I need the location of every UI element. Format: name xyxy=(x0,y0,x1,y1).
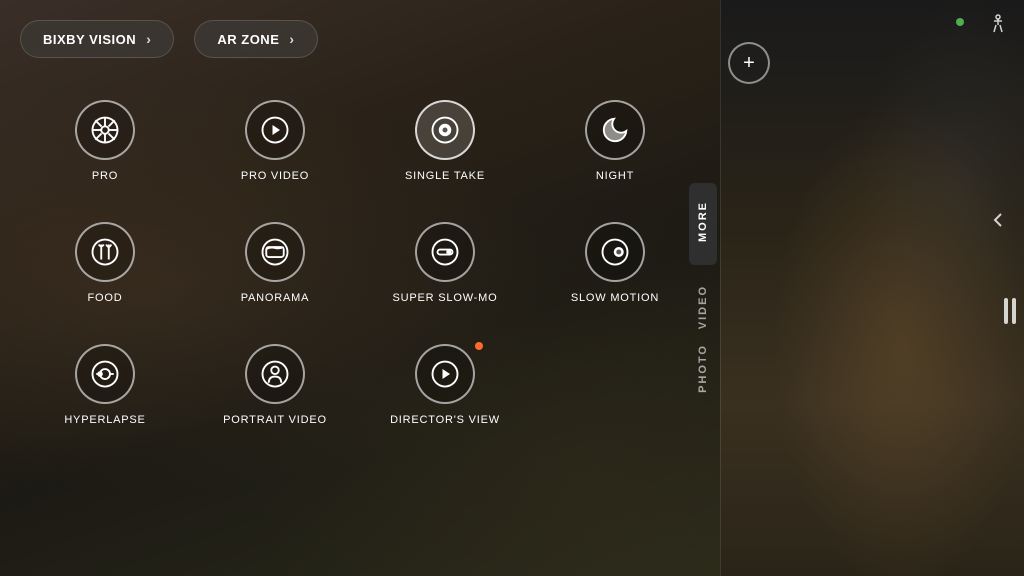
moon-icon xyxy=(600,115,630,145)
mode-slow-motion[interactable]: SLOW MOTION xyxy=(530,222,700,304)
mode-directors-view[interactable]: DIRECTOR'S VIEW xyxy=(360,344,530,426)
side-labels: MORE VIDEO PHOTO xyxy=(685,0,720,576)
pause-bar-left xyxy=(1004,298,1008,324)
pro-video-icon xyxy=(260,115,290,145)
hyperlapse-label: HYPERLAPSE xyxy=(64,414,145,426)
mode-food[interactable]: FOOD xyxy=(20,222,190,304)
more-label-wrap[interactable]: MORE xyxy=(689,183,717,265)
ar-zone-label: AR ZONE xyxy=(217,32,279,47)
pro-label: PRO xyxy=(92,170,118,182)
mode-single-take[interactable]: SINGLE TAKE xyxy=(360,100,530,182)
app-container: BIXBY VISION › AR ZONE › xyxy=(0,0,1024,576)
mode-panorama[interactable]: PANORAMA xyxy=(190,222,360,304)
mode-hyperlapse[interactable]: HYPERLAPSE xyxy=(20,344,190,426)
panorama-label: PANORAMA xyxy=(241,292,310,304)
food-label: FOOD xyxy=(88,292,123,304)
video-label[interactable]: VIDEO xyxy=(697,285,709,329)
status-dot xyxy=(956,18,964,26)
accessibility-icon[interactable] xyxy=(986,12,1010,42)
mode-night[interactable]: NIGHT xyxy=(530,100,700,182)
pause-bar-right xyxy=(1012,298,1016,324)
slow-motion-icon xyxy=(600,237,630,267)
panel-divider xyxy=(720,0,721,576)
aperture-icon xyxy=(90,115,120,145)
super-slow-mo-icon xyxy=(430,237,460,267)
pro-icon-wrap xyxy=(75,100,135,160)
mode-portrait-video[interactable]: PORTRAIT VIDEO xyxy=(190,344,360,426)
single-take-icon-wrap xyxy=(415,100,475,160)
panorama-icon-wrap xyxy=(245,222,305,282)
ar-zone-chevron-icon: › xyxy=(289,31,294,47)
directors-view-label: DIRECTOR'S VIEW xyxy=(390,414,500,426)
photo-label[interactable]: PHOTO xyxy=(697,344,709,393)
night-label: NIGHT xyxy=(596,170,634,182)
directors-view-dot xyxy=(475,342,483,350)
single-take-label: SINGLE TAKE xyxy=(405,170,485,182)
add-mode-button[interactable]: + xyxy=(728,42,770,84)
more-label: MORE xyxy=(697,201,709,242)
camera-modes-panel: BIXBY VISION › AR ZONE › xyxy=(0,0,720,576)
pro-video-icon-wrap xyxy=(245,100,305,160)
mode-grid: PRO PRO VIDEO xyxy=(20,100,700,426)
bixby-label: BIXBY VISION xyxy=(43,32,136,47)
utensils-icon xyxy=(90,237,120,267)
hyperlapse-icon-wrap xyxy=(75,344,135,404)
portrait-video-icon xyxy=(260,359,290,389)
bixby-vision-button[interactable]: BIXBY VISION › xyxy=(20,20,174,58)
portrait-video-label: PORTRAIT VIDEO xyxy=(223,414,327,426)
mode-super-slow-mo[interactable]: SUPER SLOW-MO xyxy=(360,222,530,304)
portrait-video-icon-wrap xyxy=(245,344,305,404)
single-take-icon xyxy=(430,115,460,145)
pro-video-label: PRO VIDEO xyxy=(241,170,309,182)
hyperlapse-icon xyxy=(90,359,120,389)
slow-motion-icon-wrap xyxy=(585,222,645,282)
directors-view-icon-wrap xyxy=(415,344,475,404)
ar-zone-button[interactable]: AR ZONE › xyxy=(194,20,317,58)
bixby-chevron-icon: › xyxy=(146,31,151,47)
pause-icon xyxy=(1004,298,1016,324)
slow-motion-label: SLOW MOTION xyxy=(571,292,659,304)
back-button[interactable] xyxy=(986,208,1010,238)
night-icon-wrap xyxy=(585,100,645,160)
panorama-icon xyxy=(260,237,290,267)
top-bar: BIXBY VISION › AR ZONE › xyxy=(20,20,318,58)
super-slow-mo-icon-wrap xyxy=(415,222,475,282)
food-icon-wrap xyxy=(75,222,135,282)
viewfinder-panel xyxy=(720,0,1024,576)
mode-pro[interactable]: PRO xyxy=(20,100,190,182)
super-slow-mo-label: SUPER SLOW-MO xyxy=(393,292,498,304)
mode-pro-video[interactable]: PRO VIDEO xyxy=(190,100,360,182)
directors-view-icon xyxy=(430,359,460,389)
